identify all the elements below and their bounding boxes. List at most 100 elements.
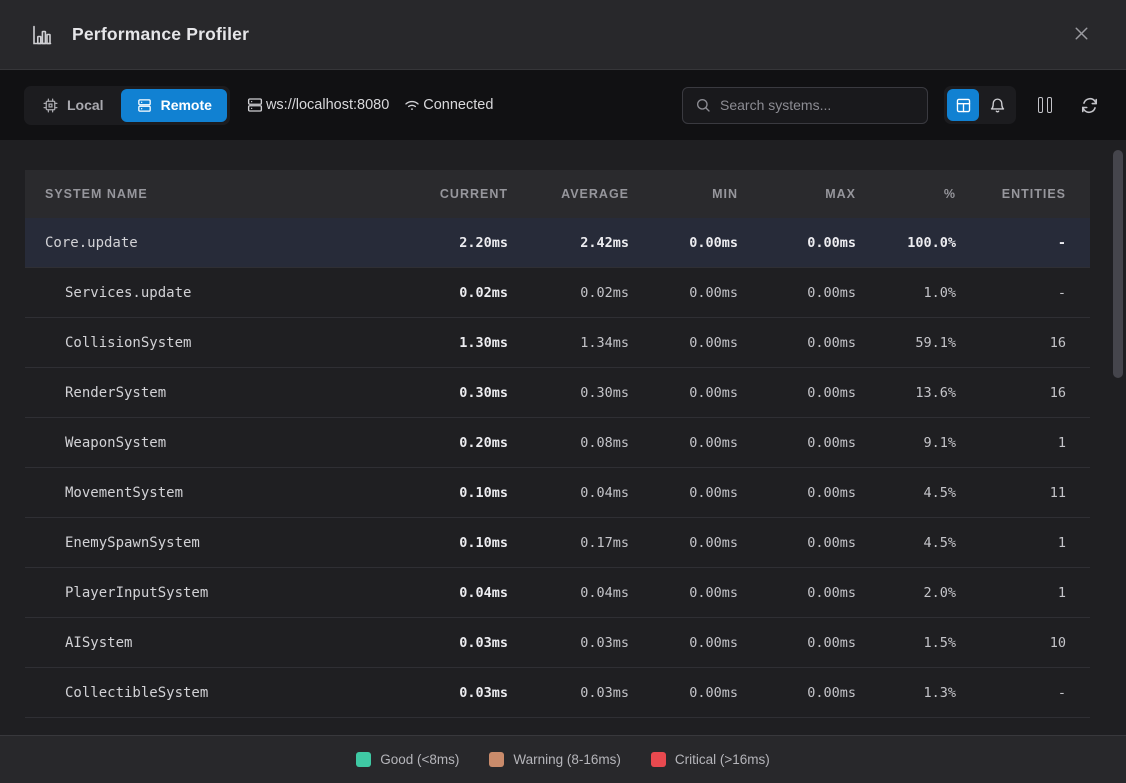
system-name-cell: Services.update: [25, 285, 422, 301]
legend-label: Warning (8-16ms): [513, 752, 621, 767]
average-cell: 0.17ms: [532, 535, 653, 551]
current-cell: 0.03ms: [422, 685, 532, 701]
title-bar: Performance Profiler: [0, 0, 1126, 70]
average-cell: 0.02ms: [532, 285, 653, 301]
remote-tab-button[interactable]: Remote: [121, 89, 227, 122]
entities-cell: 1: [980, 585, 1090, 601]
source-segmented-control: Local Remote: [24, 86, 230, 125]
column-header-current: CURRENT: [422, 187, 532, 201]
table-row[interactable]: CollisionSystem 1.30ms 1.34ms 0.00ms 0.0…: [25, 318, 1090, 368]
percent-cell: 59.1%: [880, 335, 980, 351]
remote-tab-label: Remote: [161, 97, 212, 113]
ws-url-label: ws://localhost:8080: [266, 97, 389, 113]
table-body: Core.update 2.20ms 2.42ms 0.00ms 0.00ms …: [25, 218, 1090, 718]
min-cell: 0.00ms: [653, 385, 762, 401]
legend-item-warning: Warning (8-16ms): [489, 752, 621, 767]
current-cell: 2.20ms: [422, 235, 532, 251]
percent-cell: 1.0%: [880, 285, 980, 301]
entities-cell: 1: [980, 435, 1090, 451]
alerts-button[interactable]: [981, 89, 1013, 121]
search-box[interactable]: [682, 87, 928, 124]
system-name-cell: PlayerInputSystem: [25, 585, 422, 601]
average-cell: 0.08ms: [532, 435, 653, 451]
system-name-cell: EnemySpawnSystem: [25, 535, 422, 551]
close-icon: [1071, 23, 1092, 47]
percent-cell: 100.0%: [880, 235, 980, 251]
percent-cell: 13.6%: [880, 385, 980, 401]
page-title: Performance Profiler: [72, 24, 249, 45]
entities-cell: -: [980, 685, 1090, 701]
warning-swatch-icon: [489, 752, 504, 767]
entities-cell: 11: [980, 485, 1090, 501]
good-swatch-icon: [356, 752, 371, 767]
table-row[interactable]: Services.update 0.02ms 0.02ms 0.00ms 0.0…: [25, 268, 1090, 318]
min-cell: 0.00ms: [653, 335, 762, 351]
column-header-system-name: SYSTEM NAME: [25, 187, 422, 201]
percent-cell: 1.3%: [880, 685, 980, 701]
max-cell: 0.00ms: [762, 585, 880, 601]
bell-icon: [989, 97, 1006, 114]
system-name-cell: RenderSystem: [25, 385, 422, 401]
min-cell: 0.00ms: [653, 235, 762, 251]
max-cell: 0.00ms: [762, 235, 880, 251]
close-button[interactable]: [1064, 18, 1098, 52]
column-header-percent: %: [880, 187, 980, 201]
critical-swatch-icon: [651, 752, 666, 767]
table-row[interactable]: EnemySpawnSystem 0.10ms 0.17ms 0.00ms 0.…: [25, 518, 1090, 568]
table-row[interactable]: Core.update 2.20ms 2.42ms 0.00ms 0.00ms …: [25, 218, 1090, 268]
threshold-legend: Good (<8ms) Warning (8-16ms) Critical (>…: [0, 735, 1126, 783]
current-cell: 0.20ms: [422, 435, 532, 451]
bar-chart-icon: [30, 23, 54, 47]
current-cell: 1.30ms: [422, 335, 532, 351]
table-row[interactable]: AISystem 0.03ms 0.03ms 0.00ms 0.00ms 1.5…: [25, 618, 1090, 668]
min-cell: 0.00ms: [653, 685, 762, 701]
server-icon: [246, 96, 264, 114]
refresh-button[interactable]: [1076, 92, 1102, 118]
toolbar: Local Remote: [0, 70, 1126, 140]
system-name-cell: CollisionSystem: [25, 335, 422, 351]
entities-cell: 16: [980, 385, 1090, 401]
entities-cell: -: [980, 285, 1090, 301]
table-view-button[interactable]: [947, 89, 979, 121]
column-header-entities: ENTITIES: [980, 187, 1090, 201]
search-input[interactable]: [720, 97, 915, 113]
connection-status: Connected: [403, 96, 493, 114]
current-cell: 0.10ms: [422, 535, 532, 551]
entities-cell: 1: [980, 535, 1090, 551]
current-cell: 0.10ms: [422, 485, 532, 501]
vertical-scrollbar[interactable]: [1113, 150, 1123, 378]
max-cell: 0.00ms: [762, 385, 880, 401]
max-cell: 0.00ms: [762, 535, 880, 551]
legend-item-critical: Critical (>16ms): [651, 752, 770, 767]
current-cell: 0.03ms: [422, 635, 532, 651]
max-cell: 0.00ms: [762, 685, 880, 701]
max-cell: 0.00ms: [762, 335, 880, 351]
legend-label: Good (<8ms): [380, 752, 459, 767]
average-cell: 2.42ms: [532, 235, 653, 251]
entities-cell: 10: [980, 635, 1090, 651]
percent-cell: 9.1%: [880, 435, 980, 451]
connection-status-label: Connected: [423, 97, 493, 113]
system-name-cell: MovementSystem: [25, 485, 422, 501]
table-row[interactable]: WeaponSystem 0.20ms 0.08ms 0.00ms 0.00ms…: [25, 418, 1090, 468]
table-header: SYSTEM NAME CURRENT AVERAGE MIN MAX % EN…: [25, 170, 1090, 218]
system-name-cell: CollectibleSystem: [25, 685, 422, 701]
average-cell: 0.03ms: [532, 635, 653, 651]
table-row[interactable]: PlayerInputSystem 0.04ms 0.04ms 0.00ms 0…: [25, 568, 1090, 618]
table-row[interactable]: RenderSystem 0.30ms 0.30ms 0.00ms 0.00ms…: [25, 368, 1090, 418]
table-row[interactable]: CollectibleSystem 0.03ms 0.03ms 0.00ms 0…: [25, 668, 1090, 718]
systems-table: SYSTEM NAME CURRENT AVERAGE MIN MAX % EN…: [25, 170, 1090, 718]
table-icon: [955, 97, 972, 114]
average-cell: 0.30ms: [532, 385, 653, 401]
pause-button[interactable]: [1032, 92, 1058, 118]
average-cell: 0.03ms: [532, 685, 653, 701]
max-cell: 0.00ms: [762, 635, 880, 651]
table-row[interactable]: MovementSystem 0.10ms 0.04ms 0.00ms 0.00…: [25, 468, 1090, 518]
min-cell: 0.00ms: [653, 635, 762, 651]
min-cell: 0.00ms: [653, 535, 762, 551]
local-tab-button[interactable]: Local: [27, 89, 119, 122]
percent-cell: 4.5%: [880, 535, 980, 551]
max-cell: 0.00ms: [762, 435, 880, 451]
max-cell: 0.00ms: [762, 485, 880, 501]
min-cell: 0.00ms: [653, 435, 762, 451]
